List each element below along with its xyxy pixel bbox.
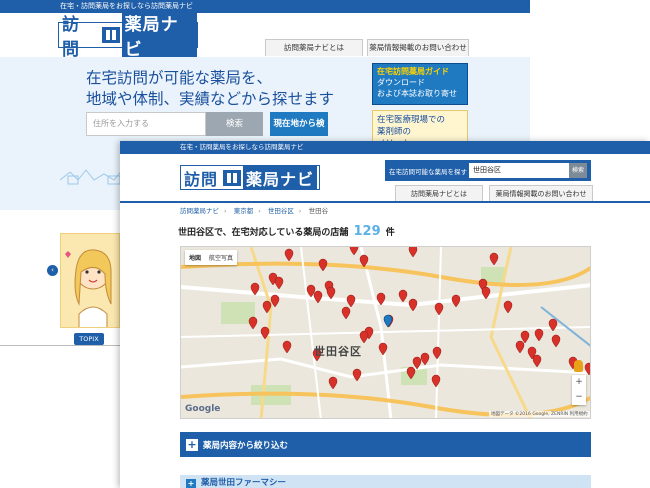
- geo-search-button[interactable]: 現在地から検索: [270, 112, 328, 153]
- address-search-input[interactable]: 住所を入力する: [86, 112, 206, 136]
- filter-label: 薬局内容から絞り込む: [203, 440, 289, 451]
- guide-download-banner[interactable]: 在宅訪問薬局ガイド ダウンロード および本誌お取り寄せ: [372, 63, 468, 105]
- header-search-button[interactable]: 検索: [569, 163, 587, 178]
- nav-about[interactable]: 訪問薬局ナビとは: [265, 39, 363, 56]
- filter-toggle-bar[interactable]: + 薬局内容から絞り込む: [180, 432, 591, 457]
- site-topbar: 在宅・訪問薬局をお探しなら訪問薬局ナビ: [120, 141, 650, 154]
- nav-about[interactable]: 訪問薬局ナビとは: [395, 185, 483, 202]
- header-nav: 訪問薬局ナビとは 薬局情報掲載のお問い合わせ: [395, 185, 593, 202]
- pharmacy-name: 薬局世田ファーマシー: [201, 478, 287, 488]
- pharmacy-map[interactable]: 地図 航空写真 世田谷区 Google 地図データ ©2016 Google, …: [180, 246, 591, 419]
- site-logo[interactable]: 訪問 薬局ナビ: [180, 165, 320, 190]
- header-nav: 訪問薬局ナビとは 薬局情報掲載のお問い合わせ: [265, 39, 469, 56]
- plus-icon: +: [186, 479, 196, 488]
- zoom-out-button[interactable]: −: [572, 390, 586, 405]
- pharmacy-logo-icon: [221, 168, 243, 188]
- map-type-satellite[interactable]: 航空写真: [205, 250, 237, 265]
- topix-label: TOPIX: [74, 333, 104, 345]
- header-search-bar: 在宅訪問可能な薬局を探す 世田谷区 検索: [385, 160, 591, 181]
- divider: [0, 345, 120, 346]
- map-credit: 地図データ ©2016 Google, ZENRIN 利用規約: [489, 411, 590, 417]
- site-logo[interactable]: 訪問 薬局ナビ: [58, 10, 198, 60]
- breadcrumb: 訪問薬局ナビ › 東京都 › 世田谷区 › 世田谷: [180, 207, 329, 215]
- zoom-in-button[interactable]: +: [572, 375, 586, 390]
- map-area-label: 世田谷区: [314, 345, 362, 358]
- google-logo: Google: [185, 404, 221, 414]
- zoom-control: + −: [572, 375, 586, 405]
- breadcrumb-ward[interactable]: 世田谷区: [268, 207, 294, 215]
- header-divider: [120, 201, 650, 203]
- hero-heading-line2: 地域や体制、実績などから探せます: [86, 90, 335, 108]
- carousel-prev-button[interactable]: ‹: [47, 265, 58, 276]
- carousel-slide-image[interactable]: [60, 233, 120, 328]
- pharmacy-logo-icon: [100, 25, 122, 45]
- street-view-pegman-icon[interactable]: [574, 360, 583, 372]
- nurse-illustration-icon: [65, 249, 112, 327]
- header-search-input[interactable]: 世田谷区: [469, 163, 569, 178]
- result-count: 129: [353, 224, 381, 239]
- header-search-label: 在宅訪問可能な薬局を探す: [389, 167, 467, 176]
- breadcrumb-prefecture[interactable]: 東京都: [234, 207, 254, 215]
- result-list-item[interactable]: + 薬局世田ファーマシー: [180, 475, 591, 488]
- search-results-window: 在宅・訪問薬局をお探しなら訪問薬局ナビ 訪問 薬局ナビ 在宅訪問可能な薬局を探す…: [120, 141, 650, 488]
- breadcrumb-current: 世田谷: [308, 207, 329, 215]
- plus-icon: +: [186, 437, 198, 451]
- nav-contact[interactable]: 薬局情報掲載のお問い合わせ: [489, 185, 593, 202]
- map-type-control: 地図 航空写真: [185, 250, 238, 265]
- hero-heading-line1: 在宅訪問が可能な薬局を、: [86, 69, 273, 87]
- breadcrumb-home[interactable]: 訪問薬局ナビ: [180, 207, 219, 215]
- map-type-map[interactable]: 地図: [185, 250, 205, 265]
- map-canvas[interactable]: [181, 247, 591, 419]
- result-count-heading: 世田谷区で、在宅対応している薬局の店舗 129 件: [178, 224, 395, 239]
- nav-contact[interactable]: 薬局情報掲載のお問い合わせ: [367, 39, 469, 56]
- search-button[interactable]: 検索: [206, 112, 263, 136]
